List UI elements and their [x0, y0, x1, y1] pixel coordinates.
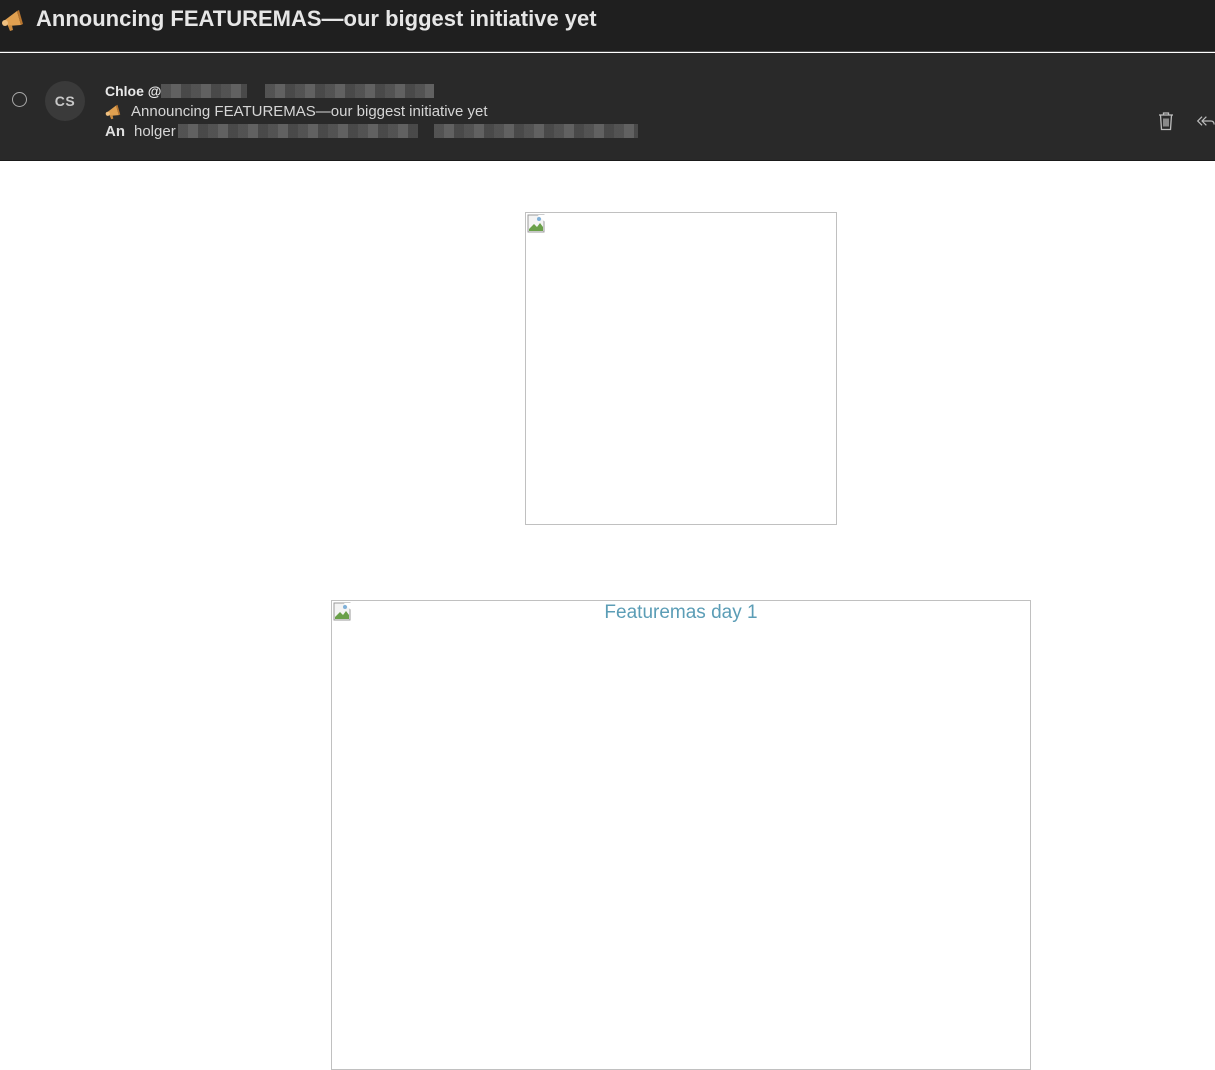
select-message-radio[interactable]	[12, 92, 27, 107]
megaphone-icon	[105, 102, 123, 120]
megaphone-icon	[0, 5, 28, 33]
sender-name: Chloe @	[105, 83, 162, 99]
sender-line[interactable]: Chloe @	[105, 82, 435, 100]
broken-image-icon	[527, 214, 546, 233]
trash-icon[interactable]	[1155, 110, 1177, 132]
image-alt-text: Featuremas day 1	[604, 602, 758, 623]
featuremas-day-image[interactable]: Featuremas day 1	[331, 600, 1031, 1070]
to-label: An	[105, 122, 125, 140]
redacted-sender-part-1	[161, 84, 248, 98]
window-title: Announcing FEATUREMAS—our biggest initia…	[36, 5, 597, 31]
redacted-recipient-part-1	[177, 124, 418, 138]
avatar: CS	[45, 81, 85, 121]
message-subject: Announcing FEATUREMAS—our biggest initia…	[131, 102, 488, 120]
email-body: Featuremas day 1	[0, 162, 1215, 1070]
redacted-sender-part-2	[265, 84, 435, 98]
recipient-value: holger	[134, 122, 176, 140]
message-header[interactable]: CS Chloe @ Announcing FEATUREMAS—our big…	[0, 53, 1215, 161]
subject-line: Announcing FEATUREMAS—our biggest initia…	[105, 101, 488, 121]
logo-image	[525, 212, 837, 525]
redacted-recipient-part-2	[433, 124, 638, 138]
recipient-line: An holger	[105, 121, 638, 141]
reply-all-icon[interactable]	[1196, 110, 1215, 132]
window-title-bar: Announcing FEATUREMAS—our biggest initia…	[0, 0, 1215, 52]
